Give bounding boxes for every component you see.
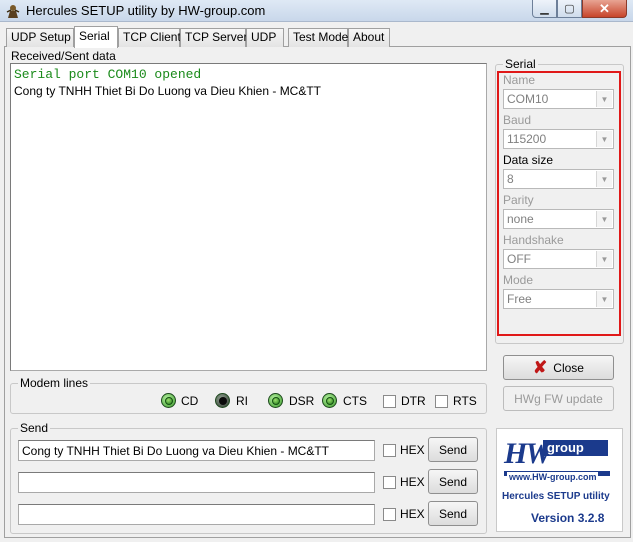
maximize-button[interactable]: ▢ [557,0,582,18]
maximize-icon: ▢ [564,3,575,15]
send-button-3[interactable]: Send [428,501,478,526]
hex-label-2: HEX [400,475,425,489]
ri-led-icon [215,393,230,408]
ri-label: RI [236,394,248,408]
close-port-label: Close [553,360,584,375]
tab-tcp-server[interactable]: TCP Server [180,28,247,47]
hex-label-1: HEX [400,443,425,457]
received-sent-label: Received/Sent data [11,49,116,63]
logo-url: www.HW-group.com [507,472,599,482]
tab-serial[interactable]: Serial [74,26,118,48]
cts-led-icon [322,393,337,408]
close-icon: ✕ [599,0,610,16]
title-bar: Hercules SETUP utility by HW-group.com ▁… [0,0,633,22]
received-line: Cong ty TNHH Thiet Bi Do Luong va Dieu K… [14,84,322,98]
dtr-checkbox[interactable] [383,395,396,408]
minimize-icon: ▁ [540,3,549,15]
received-line: Serial port COM10 opened [14,67,202,82]
window-close-button[interactable]: ✕ [582,0,627,18]
logo-version: Version 3.2.8 [531,511,605,525]
window-title: Hercules SETUP utility by HW-group.com [26,3,266,18]
cd-label: CD [181,394,199,408]
tab-about[interactable]: About [348,28,390,47]
cd-led-icon [161,393,176,408]
hex-label-3: HEX [400,507,425,521]
send-input-3[interactable] [18,504,375,525]
logo-product-name: Hercules SETUP utility [502,491,610,502]
hex-checkbox-2[interactable] [383,476,396,489]
send-button-2[interactable]: Send [428,469,478,494]
received-data-textarea[interactable]: Serial port COM10 opened Cong ty TNHH Th… [10,63,487,371]
hwg-fw-update-button[interactable]: HWg FW update [503,386,614,411]
dsr-led-icon [268,393,283,408]
logo-group-text: group [543,440,608,456]
tab-test-mode[interactable]: Test Mode [288,28,348,47]
send-input-2[interactable] [18,472,375,493]
hercules-app-icon [6,5,20,18]
hw-group-logo: HW group www.HW-group.com Hercules SETUP… [496,428,623,532]
tab-udp-setup[interactable]: UDP Setup [6,28,74,47]
tab-udp[interactable]: UDP [246,28,284,47]
send-button-1[interactable]: Send [428,437,478,462]
rts-checkbox[interactable] [435,395,448,408]
rts-label: RTS [453,394,477,408]
modem-lines-title: Modem lines [18,376,91,390]
dtr-label: DTR [401,394,426,408]
serial-group-title: Serial [503,57,538,71]
send-input-1[interactable]: Cong ty TNHH Thiet Bi Do Luong va Dieu K… [18,440,375,461]
cts-label: CTS [343,394,367,408]
x-icon: ✘ [533,358,548,377]
minimize-button[interactable]: ▁ [532,0,557,18]
serial-settings-highlight [497,71,621,336]
hex-checkbox-1[interactable] [383,444,396,457]
close-port-button[interactable]: ✘ Close [503,355,614,380]
tab-strip: UDP Setup Serial TCP Client TCP Server U… [6,26,626,48]
dsr-label: DSR [289,394,315,408]
send-group-title: Send [18,421,51,435]
tab-tcp-client[interactable]: TCP Client [118,28,181,47]
hex-checkbox-3[interactable] [383,508,396,521]
